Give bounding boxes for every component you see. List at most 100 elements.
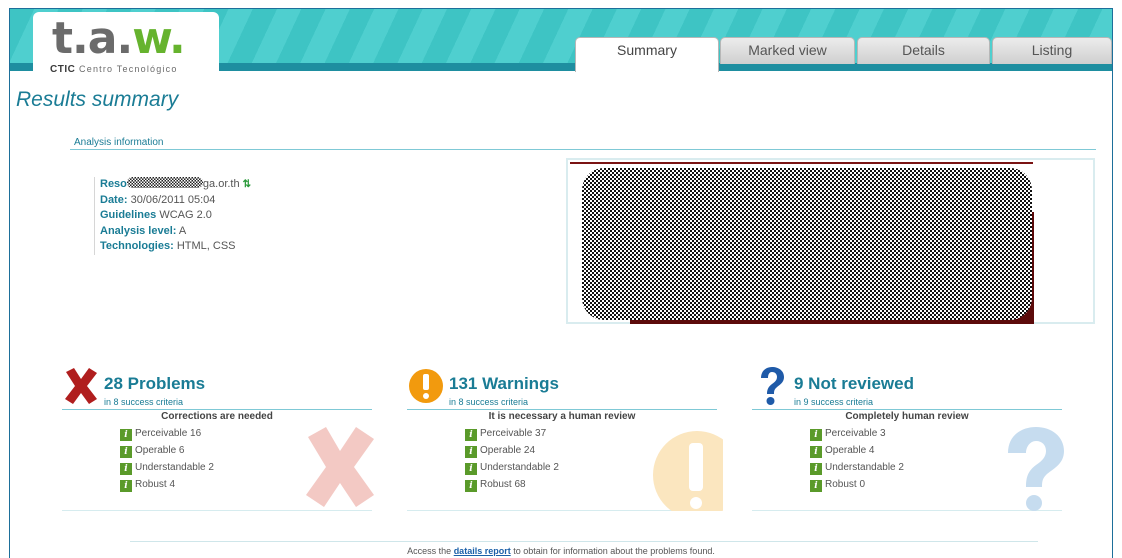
info-icon: i [120,446,132,458]
footer-text-before: Access the [407,546,454,556]
date-label: Date: [100,193,128,206]
question-watermark-icon [1008,427,1064,511]
list-item[interactable]: i Understandable 2 [120,461,214,478]
tab-marked-view[interactable]: Marked view [720,37,855,64]
warnings-summary: 131 Warnings in 8 success criteria It is… [407,366,723,512]
not-reviewed-divider [752,409,1062,410]
footer-divider [130,541,1038,542]
redacted-screenshot [582,168,1032,320]
info-icon: i [120,463,132,475]
section-divider [70,149,1096,150]
list-item-text: Perceivable 37 [480,428,547,439]
list-item[interactable]: i Operable 24 [465,444,559,461]
info-icon: i [465,480,477,492]
logo-dot: . [169,13,186,64]
footer-text-after: to obtain for information about the prob… [510,546,715,556]
tab-listing[interactable]: Listing [992,37,1112,64]
details-report-link[interactable]: datails report [454,546,511,556]
cross-watermark-icon [306,427,374,507]
problems-title[interactable]: 28 Problems [104,374,205,394]
resource-value: ga.or.th [202,178,240,190]
guidelines-row: Guidelines WCAG 2.0 [100,208,251,224]
list-item-text: Robust 0 [825,479,866,490]
warnings-subtitle: in 8 success criteria [449,397,529,407]
technologies-row: Technologies: HTML, CSS [100,239,251,255]
taw-logo[interactable]: t.a.w. [52,13,186,64]
warning-watermark-icon [653,431,723,511]
refresh-icon[interactable]: ⇅ [243,179,251,190]
problems-summary: 28 Problems in 8 success criteria Correc… [62,366,374,512]
problems-divider [62,409,372,410]
list-item-text: Understandable 2 [480,462,559,473]
list-item[interactable]: i Perceivable 16 [120,427,214,444]
list-item-text: Understandable 2 [825,462,904,473]
footer-note: Access the datails report to obtain for … [0,546,1122,556]
analysis-section-label: Analysis information [74,137,164,148]
list-item[interactable]: i Robust 0 [810,478,904,495]
logo-subtitle: CTIC Centro Tecnológico [50,64,178,75]
problems-list: i Perceivable 16 i Operable 6 i Understanda… [120,427,214,495]
problems-subtitle: in 8 success criteria [104,397,184,407]
page-screenshot [566,158,1095,324]
not-reviewed-summary: 9 Not reviewed in 9 success criteria Com… [752,366,1064,512]
list-item-text: Perceivable 3 [825,428,886,439]
list-item[interactable]: i Operable 4 [810,444,904,461]
info-icon: i [810,480,822,492]
list-item-text: Operable 4 [825,445,875,456]
list-item-text: Operable 6 [135,445,185,456]
resource-label: Reso [100,178,127,190]
info-icon: i [810,446,822,458]
redacted-text [126,177,203,188]
guidelines-label: Guidelines [100,209,157,221]
list-item-text: Robust 68 [480,479,526,490]
problems-caption: Corrections are needed [161,411,273,422]
logo-dot: . [72,13,89,64]
not-reviewed-caption: Completely human review [845,411,969,422]
info-icon: i [810,463,822,475]
not-reviewed-title[interactable]: 9 Not reviewed [794,374,914,394]
info-icon: i [120,480,132,492]
tab-details[interactable]: Details [857,37,990,64]
info-icon: i [120,429,132,441]
not-reviewed-subtitle: in 9 success criteria [794,397,874,407]
list-item[interactable]: i Perceivable 37 [465,427,559,444]
info-icon: i [465,463,477,475]
logo-dot: . [116,13,133,64]
problems-panel: i Perceivable 16 i Operable 6 i Understanda… [62,423,374,511]
logo-letter-t: t [52,13,73,64]
technologies-label: Technologies: [100,240,174,252]
list-item[interactable]: i Understandable 2 [465,461,559,478]
not-reviewed-panel: i Perceivable 3 i Operable 4 i Understandab… [752,423,1064,511]
screenshot-inner [570,162,1034,324]
cross-icon [65,368,97,404]
date-row: Date: 30/06/2011 05:04 [100,193,251,209]
list-item[interactable]: i Robust 68 [465,478,559,495]
analysis-info: Reso ga.or.th ⇅ Date: 30/06/2011 05:04 Gui… [94,177,251,255]
info-icon: i [465,446,477,458]
info-icon: i [465,429,477,441]
logo-letter-w: w [132,13,170,64]
not-reviewed-list: i Perceivable 3 i Operable 4 i Understandab… [810,427,904,495]
warnings-title[interactable]: 131 Warnings [449,374,559,394]
warnings-caption: It is necessary a human review [488,411,636,422]
info-icon: i [810,429,822,441]
list-item[interactable]: i Operable 6 [120,444,214,461]
date-value: 30/06/2011 05:04 [130,193,216,206]
warnings-divider [407,409,717,410]
warnings-list: i Perceivable 37 i Operable 24 i Understand… [465,427,559,495]
warning-icon [409,369,443,403]
level-row: Analysis level: A [100,224,251,240]
list-item[interactable]: i Robust 4 [120,478,214,495]
tab-summary[interactable]: Summary [575,37,719,72]
list-item-text: Robust 4 [135,479,176,490]
guidelines-value: WCAG 2.0 [159,209,212,221]
question-icon [761,367,784,405]
logo-subtitle-text: Centro Tecnológico [79,64,178,74]
resource-row: Reso ga.or.th ⇅ [100,177,251,193]
level-value: A [178,224,187,237]
list-item[interactable]: i Understandable 2 [810,461,904,478]
warnings-panel: i Perceivable 37 i Operable 24 i Understand… [407,423,723,511]
logo-org: CTIC [50,64,76,75]
list-item-text: Perceivable 16 [135,428,202,439]
list-item[interactable]: i Perceivable 3 [810,427,904,444]
